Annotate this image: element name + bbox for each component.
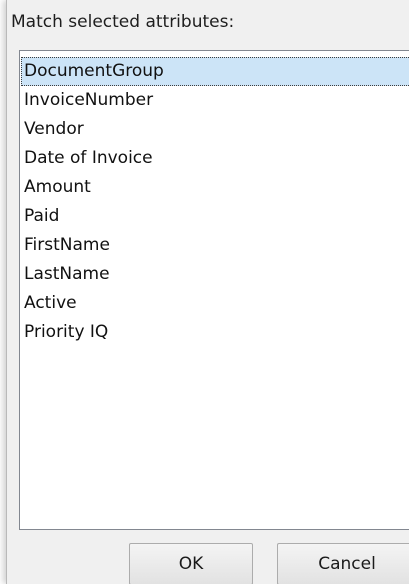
- list-item[interactable]: LastName: [21, 260, 409, 289]
- list-item[interactable]: Date of Invoice: [21, 144, 409, 173]
- page: Match selected attributes: DocumentGroup…: [0, 0, 409, 584]
- list-item[interactable]: FirstName: [21, 231, 409, 260]
- cancel-button[interactable]: Cancel: [277, 543, 409, 584]
- attributes-listbox[interactable]: DocumentGroup InvoiceNumber Vendor Date …: [19, 50, 409, 530]
- list-item[interactable]: DocumentGroup: [21, 57, 409, 86]
- ok-button[interactable]: OK: [129, 543, 253, 584]
- list-item[interactable]: Vendor: [21, 115, 409, 144]
- list-item[interactable]: Amount: [21, 173, 409, 202]
- list-item[interactable]: InvoiceNumber: [21, 86, 409, 115]
- list-item[interactable]: Priority IQ: [21, 318, 409, 347]
- match-attributes-dialog: Match selected attributes: DocumentGroup…: [6, 0, 409, 584]
- dialog-prompt: Match selected attributes:: [11, 12, 235, 32]
- list-item[interactable]: Active: [21, 289, 409, 318]
- list-item[interactable]: Paid: [21, 202, 409, 231]
